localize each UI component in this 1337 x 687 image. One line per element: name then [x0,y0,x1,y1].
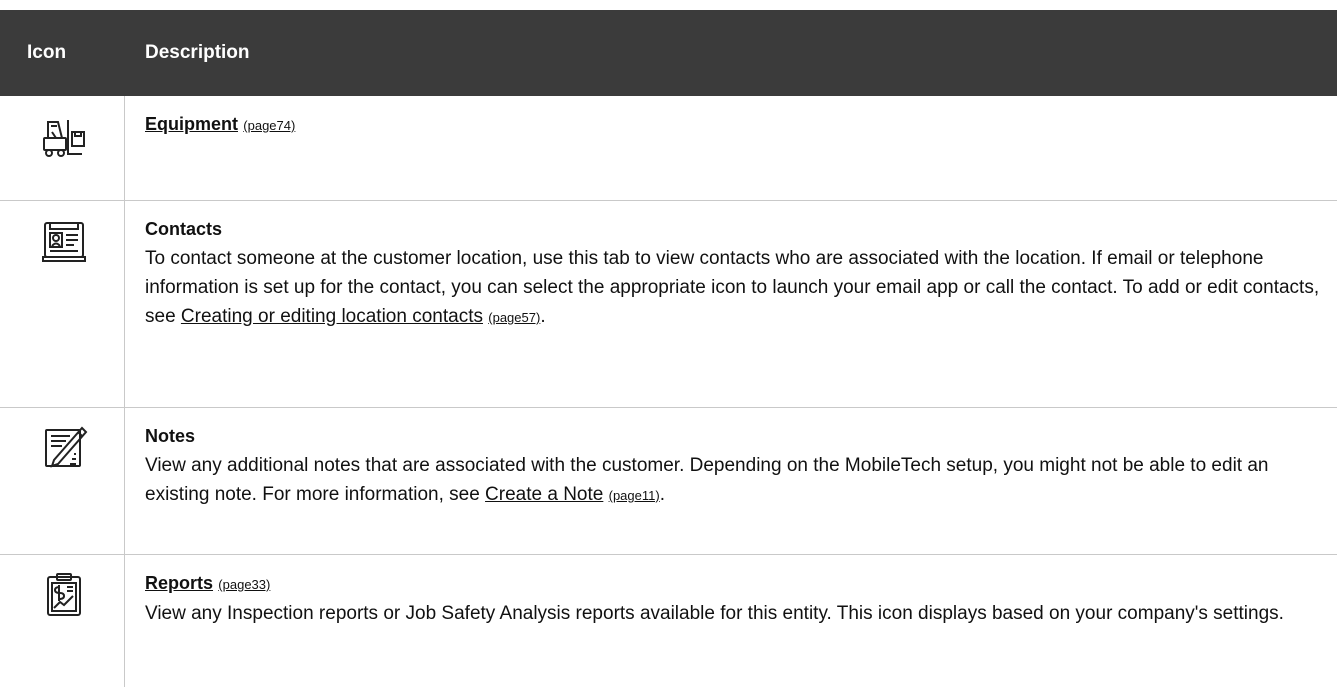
creating-editing-contacts-link[interactable]: Creating or editing location contacts [181,306,483,327]
contacts-card-icon [42,222,86,262]
table-row: Reports (page33) View any Inspection rep… [0,555,1337,687]
notes-title: Notes [145,426,196,446]
description-cell: Contacts To contact someone at the custo… [125,201,1335,407]
icon-cell [0,408,125,554]
notes-description: View any additional notes that are assoc… [145,451,1335,510]
contacts-description: To contact someone at the customer locat… [145,244,1335,332]
header-icon-column: Icon [27,42,67,63]
table-row: Contacts To contact someone at the custo… [0,201,1337,408]
description-cell: Notes View any additional notes that are… [125,408,1335,554]
contacts-page-ref[interactable]: (page57) [488,310,540,325]
reports-page-ref[interactable]: (page33) [218,577,270,592]
create-a-note-link[interactable]: Create a Note [485,484,603,505]
table-row: Notes View any additional notes that are… [0,408,1337,555]
icon-description-table: Icon Description Equipment (page74) Cont… [0,10,1337,687]
table-header: Icon Description [0,10,1337,96]
equipment-link[interactable]: Equipment [145,114,238,134]
notes-text-end: . [659,484,665,505]
icon-cell [0,201,125,407]
reports-description: View any Inspection reports or Job Safet… [145,603,1284,624]
equipment-page-ref[interactable]: (page74) [243,118,295,133]
notes-text: View any additional notes that are assoc… [145,455,1269,505]
reports-link[interactable]: Reports [145,573,213,593]
notes-page-ref[interactable]: (page11) [609,488,660,503]
table-row: Equipment (page74) [0,96,1337,201]
icon-cell [0,96,125,200]
description-cell: Equipment (page74) [125,96,1335,200]
header-description-column: Description [145,42,250,63]
icon-cell [0,555,125,687]
contacts-title: Contacts [145,219,223,239]
forklift-icon [43,120,85,157]
contacts-text-end: . [540,306,546,327]
description-cell: Reports (page33) View any Inspection rep… [125,555,1335,687]
report-clipboard-icon [47,573,81,616]
notes-pencil-icon [45,426,88,468]
